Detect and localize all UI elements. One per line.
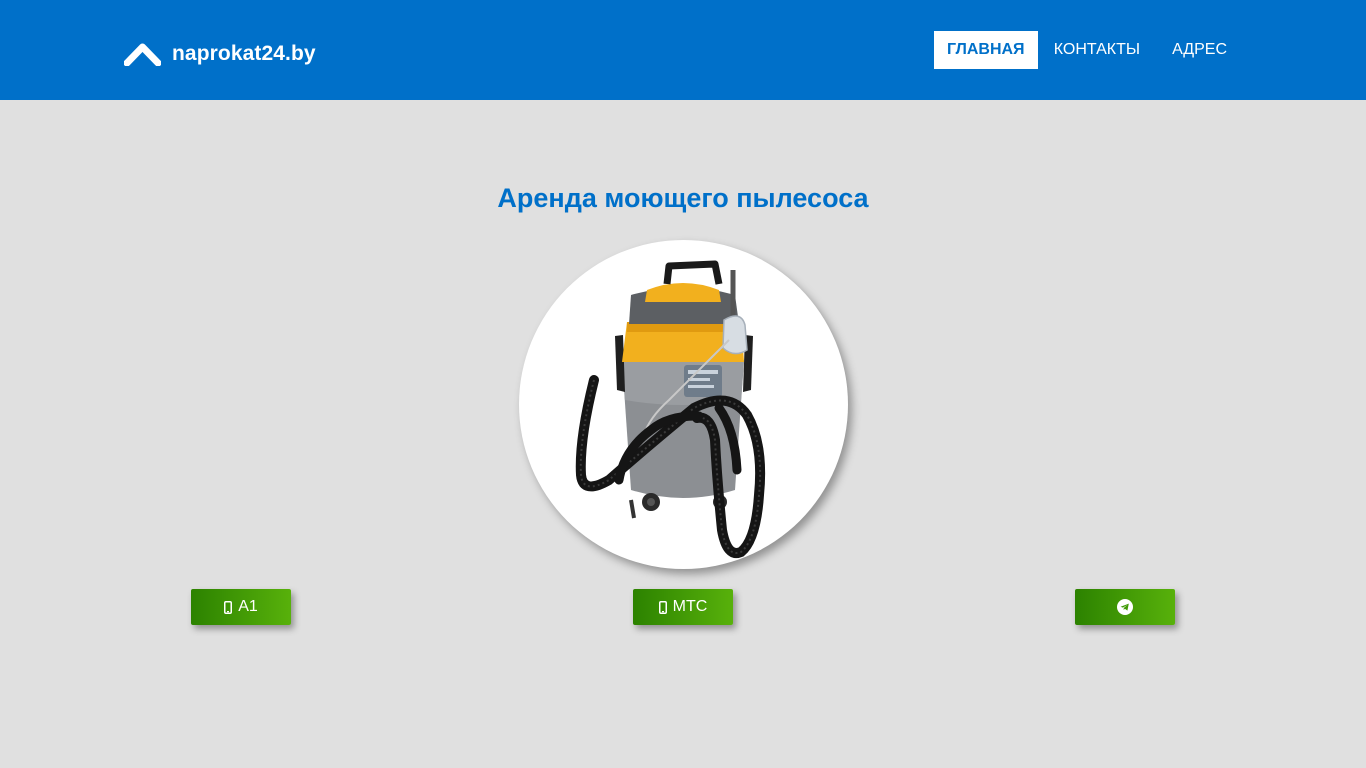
nav-item-home[interactable]: ГЛАВНАЯ — [933, 31, 1038, 69]
chevron-up-icon — [124, 43, 161, 66]
call-mts-button[interactable]: МТС — [633, 589, 733, 625]
mobile-phone-icon — [658, 600, 667, 614]
product-image — [519, 240, 848, 569]
telegram-icon — [1117, 599, 1133, 615]
call-mts-label: МТС — [672, 598, 708, 615]
top-navbar: naprokat24.by ГЛАВНАЯ КОНТАКТЫ АДРЕС — [0, 0, 1366, 100]
call-a1-button[interactable]: A1 — [191, 589, 291, 625]
brand-name: naprokat24.by — [172, 42, 316, 65]
telegram-button[interactable] — [1075, 589, 1175, 625]
nav-item-contacts[interactable]: КОНТАКТЫ — [1038, 31, 1156, 69]
brand-link[interactable]: naprokat24.by — [124, 40, 316, 68]
main-nav: ГЛАВНАЯ КОНТАКТЫ АДРЕС — [933, 31, 1243, 69]
page-title: Аренда моющего пылесоса — [497, 183, 869, 213]
mobile-phone-icon — [224, 600, 233, 614]
vacuum-cleaner-illustration — [575, 260, 766, 558]
call-a1-label: A1 — [238, 598, 258, 615]
nav-item-address[interactable]: АДРЕС — [1156, 31, 1243, 69]
